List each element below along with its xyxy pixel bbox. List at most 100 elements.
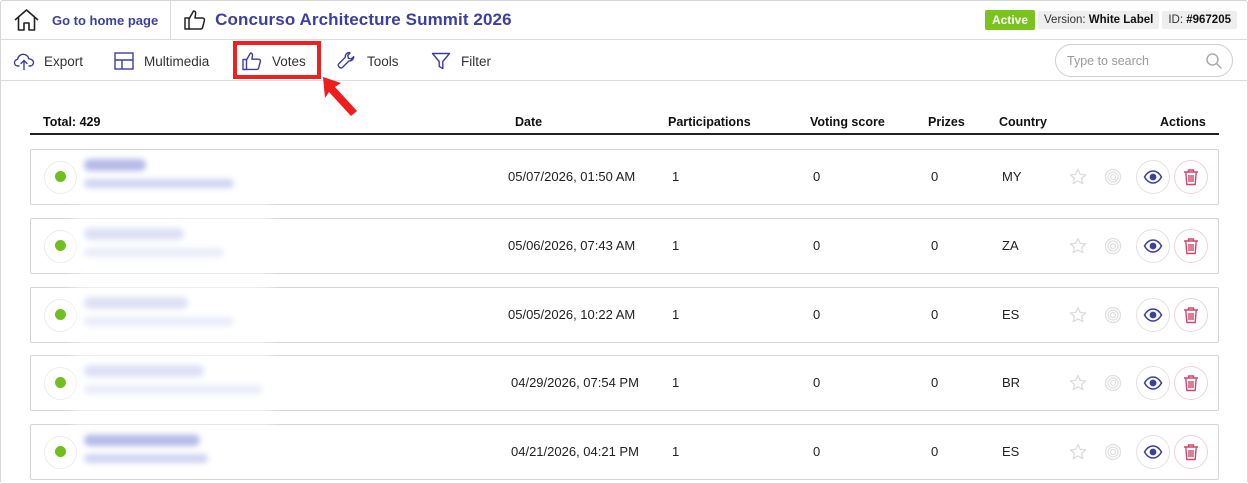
table-row[interactable]: 05/07/2026, 01:50 AM 1 0 0 MY [30,149,1219,205]
view-button[interactable] [1136,298,1170,332]
id-value: #967205 [1186,14,1231,26]
layout-grid-icon [114,52,134,70]
blurred-participant-name [84,159,146,171]
star-button[interactable] [1061,435,1095,469]
version-value: White Label [1088,14,1154,26]
star-button[interactable] [1061,366,1095,400]
status-dot [55,309,66,320]
row-voting-score: 0 [813,375,821,390]
row-date: 04/21/2026, 04:21 PM [511,444,639,459]
trash-icon [1184,375,1198,392]
status-dot [55,446,66,457]
go-home-link[interactable]: Go to home page [1,1,172,40]
search-box[interactable] [1055,44,1233,77]
star-icon [1069,374,1087,391]
row-participations: 1 [672,169,680,184]
medal-icon [1104,443,1122,461]
blurred-participant-name [84,228,184,240]
filter-icon [431,52,451,70]
row-prizes: 0 [931,375,939,390]
row-voting-score: 0 [813,169,821,184]
column-country: Country [999,115,1047,129]
column-participations: Participations [668,115,751,129]
medal-icon [1104,374,1122,392]
column-voting-score: Voting score [810,115,885,129]
eye-icon [1143,376,1163,390]
row-participations: 1 [672,444,680,459]
row-voting-score: 0 [813,238,821,253]
total-count: Total: 429 [43,115,101,129]
star-button[interactable] [1061,229,1095,263]
version-chip: Version: White Label [1038,11,1160,29]
row-date: 05/05/2026, 10:22 AM [508,307,636,322]
view-button[interactable] [1136,160,1170,194]
wrench-icon [337,51,355,69]
delete-button[interactable] [1174,298,1208,332]
thumbs-up-icon [184,10,206,30]
prize-button[interactable] [1096,229,1130,263]
home-icon [14,9,39,31]
prize-button[interactable] [1096,160,1130,194]
delete-button[interactable] [1174,366,1208,400]
star-icon [1069,443,1087,460]
blurred-participant-email [84,385,262,394]
medal-icon [1104,168,1122,186]
column-date: Date [515,115,543,129]
table-row[interactable]: 05/06/2026, 07:43 AM 1 0 0 ZA [30,218,1219,274]
column-prizes: Prizes [928,115,965,129]
status-dot [55,171,66,182]
trash-icon [1184,444,1198,461]
delete-button[interactable] [1174,435,1208,469]
table-row[interactable]: 04/29/2026, 07:54 PM 1 0 0 BR [30,355,1219,411]
search-icon[interactable] [1205,52,1223,70]
view-button[interactable] [1136,229,1170,263]
row-date: 05/06/2026, 07:43 AM [508,238,636,253]
view-button[interactable] [1136,366,1170,400]
row-voting-score: 0 [813,444,821,459]
row-participations: 1 [672,238,680,253]
go-home-label: Go to home page [52,12,159,28]
delete-button[interactable] [1174,160,1208,194]
prize-button[interactable] [1096,435,1130,469]
eye-icon [1143,445,1163,459]
row-participations: 1 [672,375,680,390]
view-button[interactable] [1136,435,1170,469]
row-participations: 1 [672,307,680,322]
star-button[interactable] [1061,160,1095,194]
delete-button[interactable] [1174,229,1208,263]
votes-highlight-box [233,41,321,79]
prize-button[interactable] [1096,298,1130,332]
search-input[interactable] [1067,53,1197,68]
status-badge: Active [984,10,1036,30]
column-actions: Actions [1160,115,1206,129]
blurred-participant-email [84,179,234,188]
table-header: Total: 429 Date Participations Voting sc… [30,109,1219,135]
prize-button[interactable] [1096,366,1130,400]
trash-icon [1184,238,1198,255]
row-prizes: 0 [931,238,939,253]
row-date: 05/07/2026, 01:50 AM [508,169,636,184]
header-meta: Active Version: White Label ID: #967205 [984,10,1237,30]
filter-label: Filter [461,53,491,69]
multimedia-button[interactable]: Multimedia [113,41,209,81]
export-label: Export [44,53,84,69]
table-row[interactable]: 05/05/2026, 10:22 AM 1 0 0 ES [30,287,1219,343]
export-button[interactable]: Export [13,41,83,81]
blurred-participant-email [84,248,224,257]
row-country: BR [1002,375,1021,390]
blurred-participant-name [84,434,200,446]
id-chip: ID: #967205 [1162,11,1237,29]
star-icon [1069,306,1087,323]
row-voting-score: 0 [813,307,821,322]
cloud-upload-icon [13,53,35,71]
blurred-participant-email [84,317,234,326]
row-date: 04/29/2026, 07:54 PM [511,375,639,390]
status-dot [55,240,66,251]
filter-button[interactable]: Filter [430,41,491,81]
star-button[interactable] [1061,298,1095,332]
row-prizes: 0 [931,444,939,459]
contest-title: Concurso Architecture Summit 2026 [215,10,512,29]
row-country: ES [1002,444,1020,459]
tools-label: Tools [367,53,399,69]
table-row[interactable]: 04/21/2026, 04:21 PM 1 0 0 ES [30,424,1219,480]
